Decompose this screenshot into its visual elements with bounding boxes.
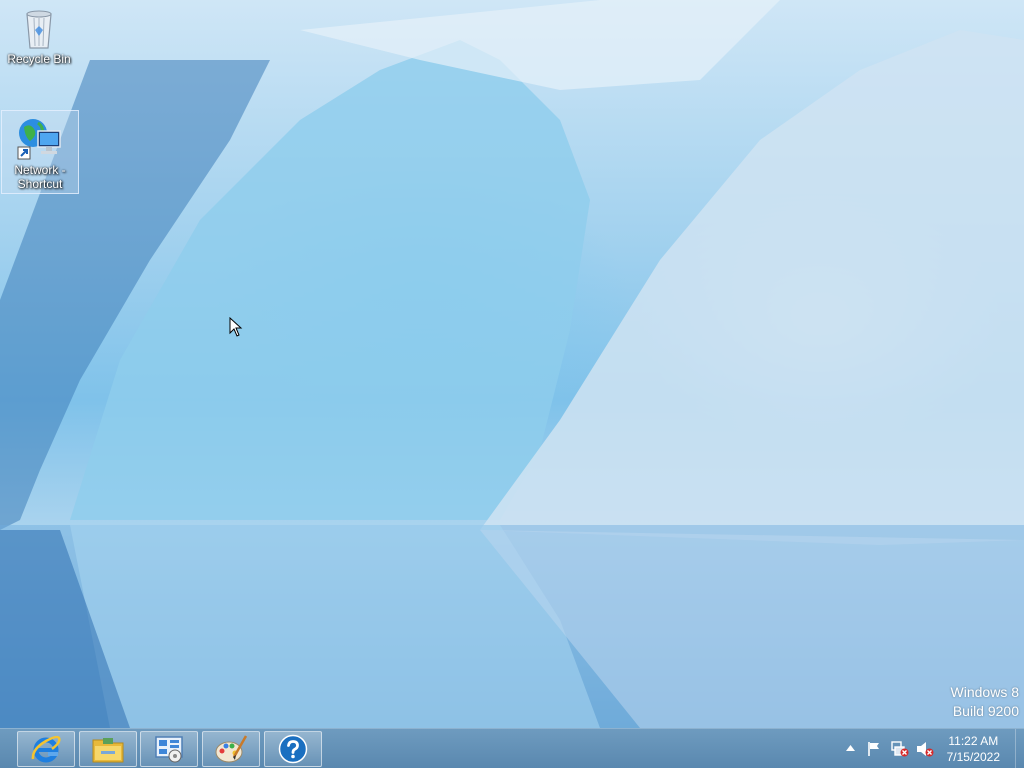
taskbar-button-internet-explorer[interactable] [17,731,75,767]
taskbar: 11:22 AM 7/15/2022 [0,728,1024,769]
desktop-icon-label: Recycle Bin [7,52,71,66]
desktop-icon-network-shortcut[interactable]: Network - Shortcut [1,110,79,194]
desktop-icon-recycle-bin[interactable]: Recycle Bin [1,2,77,66]
taskbar-button-file-explorer[interactable] [79,731,137,767]
taskbar-button-help[interactable] [264,731,322,767]
help-icon [278,734,308,764]
action-center-flag-icon[interactable] [866,741,882,757]
system-clock[interactable]: 11:22 AM 7/15/2022 [947,733,1000,765]
clock-time: 11:22 AM [948,734,999,748]
taskbar-button-control-panel[interactable] [140,731,198,767]
show-desktop-button[interactable] [1015,729,1024,769]
paint-icon [215,735,248,763]
network-shortcut-icon [17,119,61,160]
wallpaper-glacier [0,0,1024,728]
clock-date: 7/15/2022 [946,750,1000,764]
recycle-bin-icon [26,10,52,49]
mouse-cursor-icon [229,317,243,337]
windows-version-watermark: Windows 8 Build 9200 [951,683,1019,721]
desktop[interactable]: Recycle Bin Network - Shortcut Windows 8… [0,0,1024,728]
watermark-os: Windows 8 [950,684,1019,700]
file-explorer-icon [92,738,124,763]
internet-explorer-icon [31,735,61,763]
watermark-build: Build 9200 [952,703,1019,719]
control-panel-icon [155,736,183,763]
notification-area: 11:22 AM 7/15/2022 [840,729,1024,769]
taskbar-button-paint[interactable] [202,731,260,767]
chevron-up-icon[interactable] [846,745,855,751]
desktop-icon-label: Network - Shortcut [14,163,66,191]
volume-muted-icon[interactable] [916,741,934,757]
network-disconnected-icon[interactable] [891,741,909,757]
